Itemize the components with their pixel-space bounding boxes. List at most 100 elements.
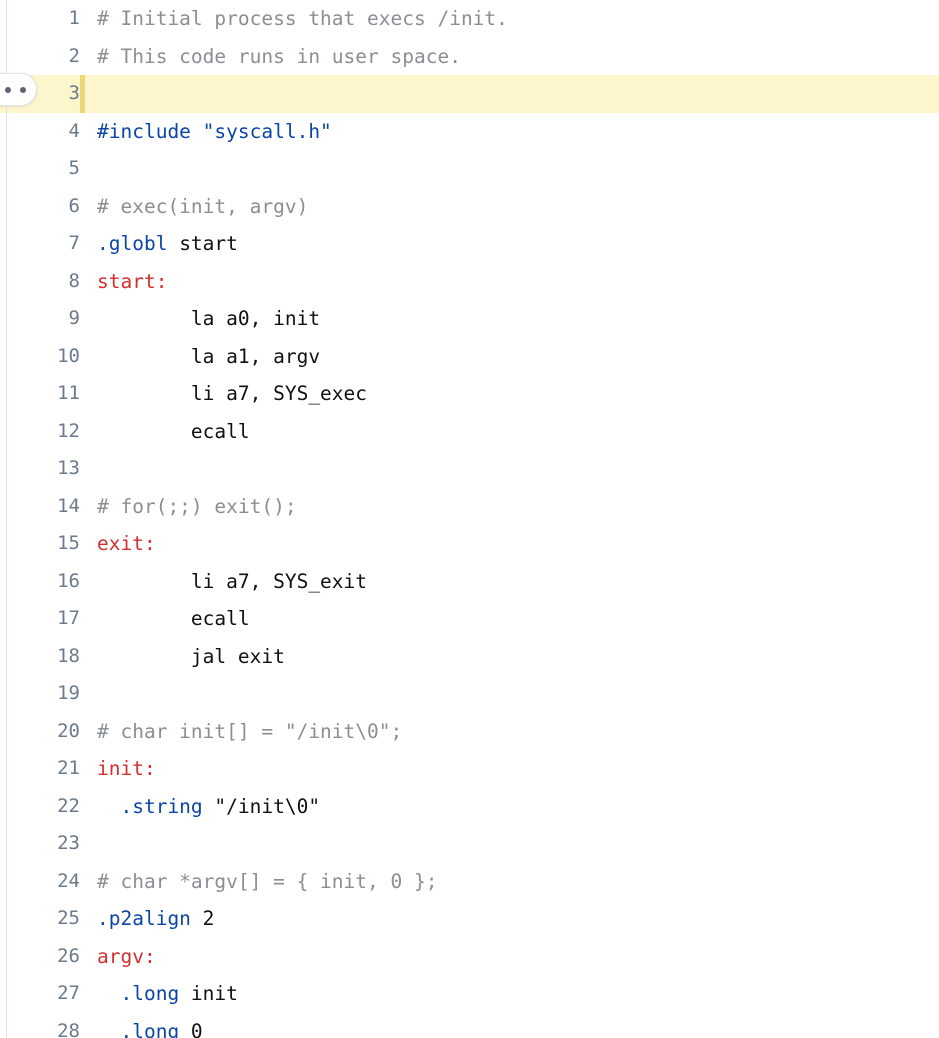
code-token: ecall [97, 419, 250, 443]
code-line-text[interactable]: # Initial process that execs /init. [80, 0, 939, 38]
code-line-row[interactable]: 13 [0, 450, 939, 488]
code-line-text[interactable]: .long init [80, 975, 939, 1013]
code-line-text[interactable]: li a7, SYS_exec [80, 375, 939, 413]
line-number: 24 [57, 869, 80, 892]
code-token: la a1, argv [97, 344, 321, 368]
code-line-row[interactable]: 3 [0, 75, 939, 113]
code-line-row[interactable]: 4 #include "syscall.h" [0, 113, 939, 151]
code-line-text[interactable]: # exec(init, argv) [80, 188, 939, 226]
line-number: 17 [57, 607, 80, 629]
handle-dot-icon [20, 86, 26, 93]
code-line-row[interactable]: 5 [0, 150, 939, 188]
code-token: init [179, 982, 238, 1005]
code-line-text[interactable]: #include "syscall.h" [80, 113, 939, 151]
code-line-row[interactable]: 7 .globl start [0, 225, 939, 263]
code-line-text[interactable]: .string "/init\0" [80, 788, 939, 826]
code-token: exit: [97, 532, 156, 555]
code-line-row[interactable]: 23 [0, 825, 939, 863]
code-line-row[interactable]: 11 li a7, SYS_exec [0, 375, 939, 413]
code-token: la a0, init [97, 307, 321, 330]
code-line-text[interactable]: ecall [80, 413, 939, 451]
line-number: 1 [68, 7, 80, 29]
code-line-row[interactable]: 22 .string "/init\0" [0, 788, 939, 826]
code-line-row[interactable]: 17 ecall [0, 600, 939, 638]
code-line-text[interactable]: .globl start [80, 225, 939, 263]
code-line-text[interactable]: # char *argv[] = { init, 0 }; [80, 863, 939, 901]
code-line-text[interactable]: li a7, SYS_exit [80, 563, 939, 601]
line-number: 27 [57, 982, 80, 1004]
line-number: 20 [57, 719, 80, 742]
code-line-text[interactable]: # for(;;) exit(); [80, 488, 939, 526]
code-line-row[interactable]: 8 start: [0, 263, 939, 301]
code-line-text[interactable]: start: [80, 263, 939, 301]
code-token: argv: [97, 944, 156, 968]
code-line-row[interactable]: 26 argv: [0, 938, 939, 976]
code-line-text[interactable]: exit: [80, 525, 939, 563]
code-token: jal exit [97, 644, 285, 668]
code-token: # exec(init, argv) [97, 194, 309, 218]
code-token: #include "syscall.h" [97, 119, 332, 143]
code-token: .long [120, 982, 180, 1005]
code-token: .p2align [97, 907, 191, 930]
line-number: 9 [68, 307, 80, 329]
code-line-text[interactable] [80, 450, 939, 488]
code-token: start [167, 232, 238, 255]
code-line-text[interactable]: .p2align 2 [80, 900, 939, 938]
code-line-row[interactable]: 1 # Initial process that execs /init. [0, 0, 939, 38]
code-token: li a7, SYS_exit [97, 569, 368, 593]
code-line-row[interactable]: 9 la a0, init [0, 300, 939, 338]
code-line-text[interactable]: la a1, argv [80, 338, 939, 376]
code-line-row[interactable]: 24 # char *argv[] = { init, 0 }; [0, 863, 939, 901]
code-token: # Initial process that execs /init. [97, 7, 508, 30]
code-line-row[interactable]: 2 # This code runs in user space. [0, 38, 939, 76]
code-line-text[interactable]: # This code runs in user space. [80, 38, 939, 76]
code-line-text[interactable]: # char init[] = "/init\0"; [80, 713, 939, 751]
code-token: # for(;;) exit(); [97, 494, 297, 518]
code-line-text[interactable]: jal exit [80, 638, 939, 676]
code-token: start: [97, 269, 168, 293]
code-line-row[interactable]: 21 init: [0, 750, 939, 788]
code-line-text[interactable]: .long 0 [80, 1013, 939, 1038]
code-line-text[interactable] [80, 675, 939, 713]
code-line-row[interactable]: 14 # for(;;) exit(); [0, 488, 939, 526]
line-number: 7 [68, 232, 80, 254]
line-number: 25 [57, 907, 80, 929]
line-number: 23 [57, 832, 80, 854]
code-line-text[interactable]: ecall [80, 600, 939, 638]
code-line-text[interactable]: init: [80, 750, 939, 788]
code-line-row[interactable]: 12 ecall [0, 413, 939, 451]
inline-suggestion-handle[interactable] [0, 73, 37, 106]
code-line-row[interactable]: 6 # exec(init, argv) [0, 188, 939, 226]
code-token: 2 [190, 907, 215, 930]
code-token: .globl [97, 232, 168, 255]
code-line-row[interactable]: 16 li a7, SYS_exit [0, 563, 939, 601]
code-line-text[interactable] [80, 825, 939, 863]
code-line-row[interactable]: 10 la a1, argv [0, 338, 939, 376]
line-number: 21 [57, 757, 80, 779]
code-line-row[interactable]: 25 .p2align 2 [0, 900, 939, 938]
line-number: 4 [68, 119, 80, 142]
code-line-row[interactable]: 15 exit: [0, 525, 939, 563]
code-line-row[interactable]: 19 [0, 675, 939, 713]
code-token: .string [120, 794, 203, 818]
code-line-text[interactable] [80, 150, 939, 188]
code-token: li a7, SYS_exec [97, 382, 368, 405]
code-line-row[interactable]: 18 jal exit [0, 638, 939, 676]
line-number: 12 [57, 419, 80, 442]
code-line-text[interactable]: la a0, init [80, 300, 939, 338]
code-token: init: [97, 757, 156, 780]
handle-dot-icon [5, 86, 11, 93]
code-editor[interactable]: 1 # Initial process that execs /init. 2 # T… [0, 0, 939, 1038]
code-line-text[interactable]: argv: [80, 938, 939, 976]
code-line-row[interactable]: 27 .long init [0, 975, 939, 1013]
code-token: # This code runs in user space. [97, 44, 461, 68]
code-line-row[interactable]: 20 # char init[] = "/init\0"; [0, 713, 939, 751]
code-line-text[interactable] [80, 75, 939, 113]
code-lines-container[interactable]: 1 # Initial process that execs /init. 2 # T… [0, 0, 939, 1038]
line-number: 6 [68, 194, 80, 217]
code-line-row[interactable]: 28 .long 0 [0, 1013, 939, 1038]
line-number: 11 [57, 382, 80, 404]
